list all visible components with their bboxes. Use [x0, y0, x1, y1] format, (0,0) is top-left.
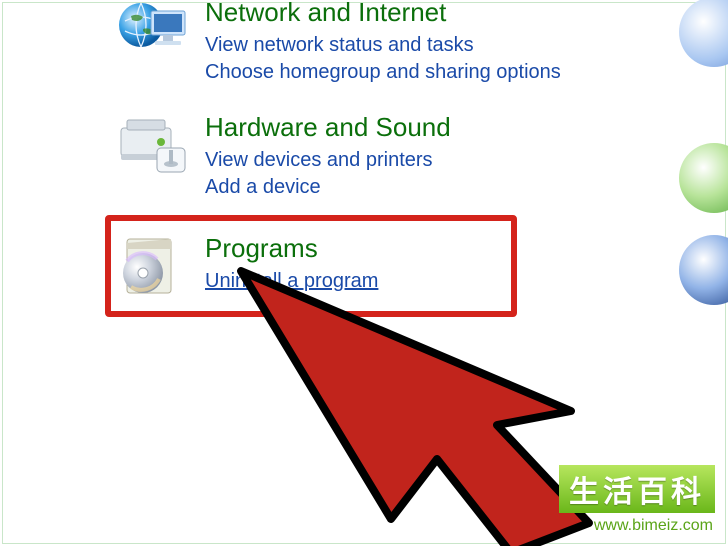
- control-panel-category-list: Network and Internet View network status…: [113, 0, 725, 329]
- category-programs: Programs Uninstall a program: [113, 221, 725, 311]
- right-column-partial: [681, 0, 725, 533]
- category-hardware-and-sound: Hardware and Sound View devices and prin…: [113, 106, 725, 203]
- link-view-network-status[interactable]: View network status and tasks: [205, 34, 561, 57]
- user-accounts-icon: [679, 0, 728, 67]
- category-network-and-internet: Network and Internet View network status…: [113, 0, 725, 88]
- network-and-internet-icon: [113, 0, 191, 69]
- ease-of-access-icon: [679, 235, 728, 305]
- hardware-and-sound-icon: [113, 106, 191, 184]
- category-heading-hardware[interactable]: Hardware and Sound: [205, 112, 451, 143]
- category-text: Programs Uninstall a program: [205, 227, 378, 297]
- window-frame: Network and Internet View network status…: [2, 2, 726, 544]
- category-heading-network[interactable]: Network and Internet: [205, 0, 561, 28]
- clock-region-icon: [679, 143, 728, 213]
- category-heading-programs[interactable]: Programs: [205, 233, 378, 264]
- watermark-logo: 生活百科: [559, 465, 715, 513]
- watermark-url: www.bimeiz.com: [594, 517, 713, 535]
- link-view-devices-printers[interactable]: View devices and printers: [205, 149, 451, 172]
- link-choose-homegroup[interactable]: Choose homegroup and sharing options: [205, 61, 561, 84]
- link-add-device[interactable]: Add a device: [205, 176, 451, 199]
- programs-icon: [113, 227, 191, 305]
- link-uninstall-program[interactable]: Uninstall a program: [205, 270, 378, 293]
- category-text: Network and Internet View network status…: [205, 0, 561, 88]
- category-text: Hardware and Sound View devices and prin…: [205, 106, 451, 203]
